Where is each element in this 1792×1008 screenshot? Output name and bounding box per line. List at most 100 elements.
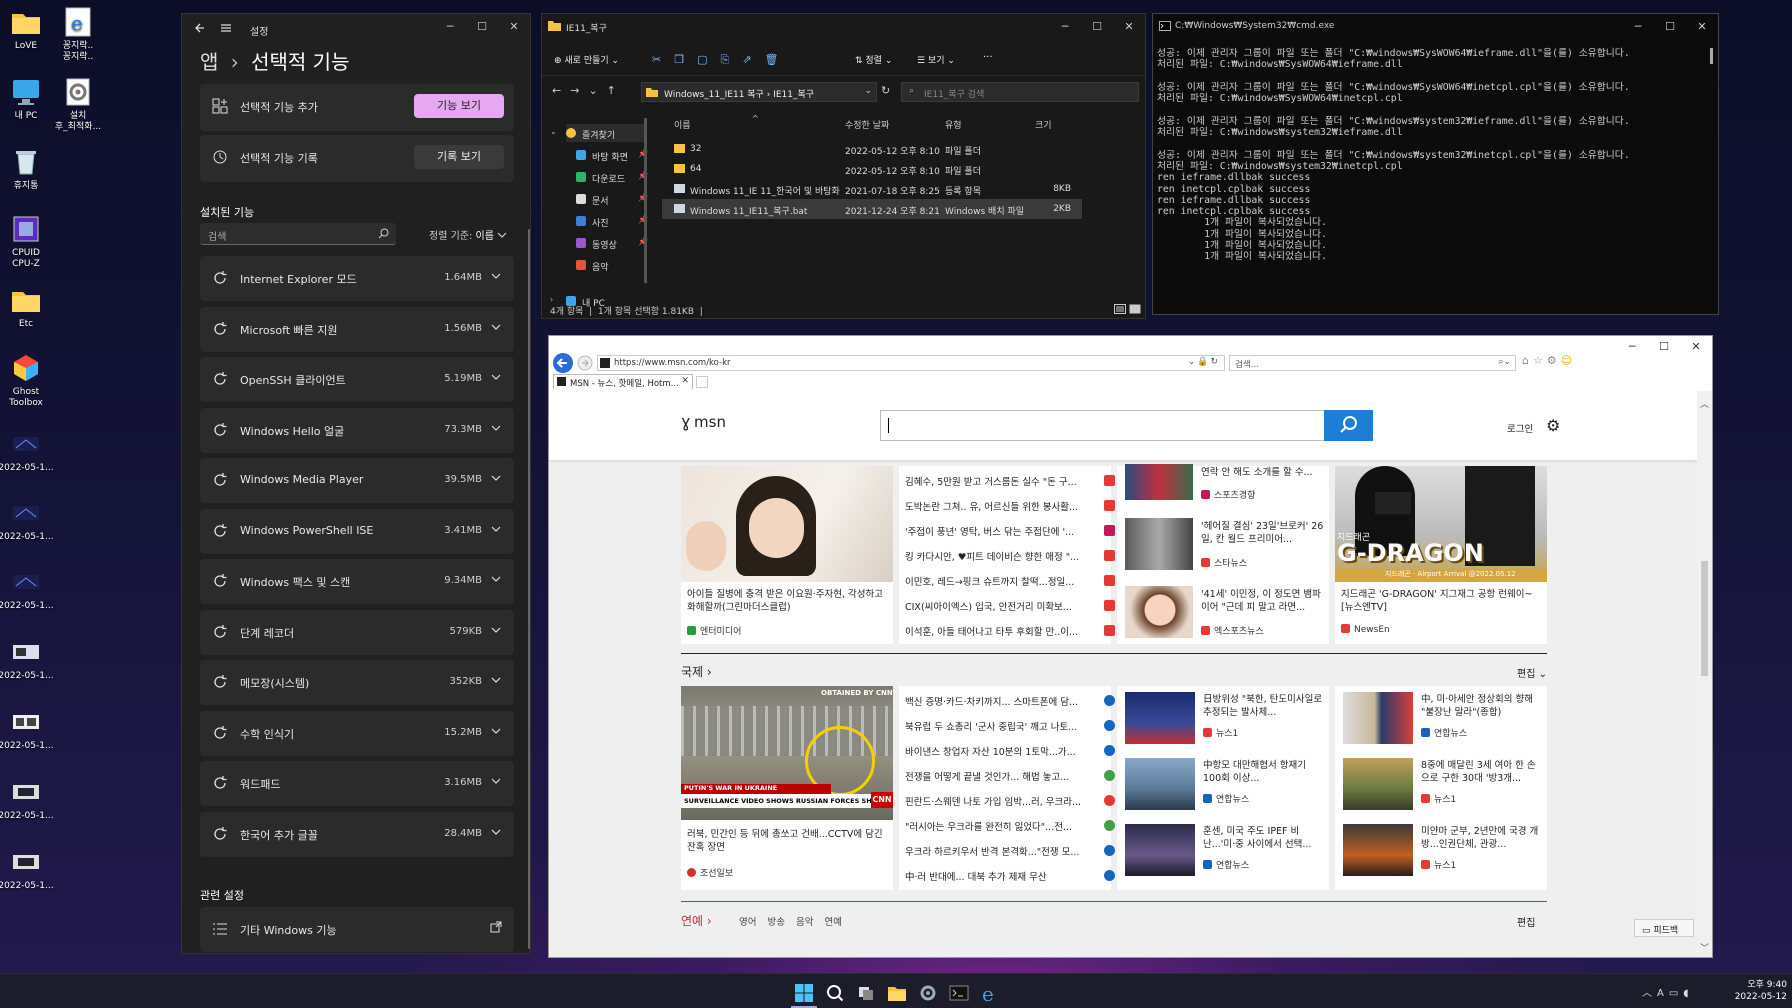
forward-arrow-icon[interactable]: → [570, 84, 588, 97]
login-link[interactable]: 로그인 [1507, 421, 1533, 435]
chevron-right-icon[interactable]: › [550, 295, 553, 304]
desktop-icon[interactable]: 2022-05-1... [0, 706, 62, 752]
minimize-icon[interactable]: ─ [1622, 14, 1654, 40]
browser-tab[interactable]: MSN - 뉴스, 핫메일, Hotm... ✕ [553, 374, 693, 389]
details-view-icon[interactable] [1114, 304, 1126, 314]
chevron-down-icon[interactable] [490, 674, 502, 686]
scroll-thumb[interactable] [1701, 561, 1708, 676]
feature-item[interactable]: Windows Hello 얼굴 73.3MB [200, 407, 514, 453]
sort-control[interactable]: 정렬 기준: 이름 [429, 227, 507, 242]
explorer-search-input[interactable]: ⌕ IE11_복구 검색 [901, 82, 1139, 102]
tiles-view-icon[interactable] [1129, 304, 1141, 314]
headline-item[interactable]: 바이낸스 창업자 자산 10분의 1토막...가... [905, 744, 1115, 761]
view-button[interactable]: ☰ 보기 ⌄ [917, 53, 955, 66]
desktop-icon[interactable]: CPUID CPU-Z [0, 213, 62, 270]
edit-button[interactable]: 편집 [1517, 914, 1535, 929]
clock[interactable]: 오후 9:40 2022-05-12 [1711, 979, 1787, 1003]
section-title[interactable]: 국제 › [681, 663, 712, 680]
search-icon[interactable]: ⌕⌄ [1498, 357, 1511, 367]
menu-icon[interactable] [220, 22, 232, 34]
view-features-button[interactable]: 기능 보기 [414, 94, 504, 118]
up-arrow-icon[interactable]: ↑ [607, 84, 625, 97]
chevron-down-icon[interactable] [490, 775, 502, 787]
start-windows-icon[interactable] [793, 982, 815, 1004]
chevron-down-icon[interactable] [490, 422, 502, 434]
desktop-icon[interactable]: 2022-05-1... [0, 566, 62, 612]
chevron-down-icon[interactable] [490, 573, 502, 585]
thumb-title[interactable]: 中, 미·아세안 정상회의 향해 "불장난 말라"(종합) [1421, 693, 1543, 719]
view-history-button[interactable]: 기록 보기 [414, 145, 504, 169]
headline-item[interactable]: 백신 증명·카드·차키까지... 스마트폰에 담... [905, 694, 1115, 711]
address-bar[interactable]: https://www.msn.com/ko-kr ⌄🔒↻ [597, 355, 1225, 371]
tab-english[interactable]: 영어 [739, 917, 756, 928]
headline-item[interactable]: 이민호, 레드→핑크 슈트까지 찰떡...정일... [905, 574, 1115, 591]
headline-item[interactable]: 우크라 하르키우서 반격 본격화..."전쟁 모... [905, 844, 1115, 861]
headline-item[interactable]: 핀란드·스웨덴 나토 가입 임박...러, 우크라... [905, 794, 1115, 811]
next-section[interactable]: 연예 › [681, 912, 712, 929]
scrollbar[interactable] [528, 229, 530, 949]
minimize-icon[interactable]: ─ [1616, 336, 1648, 360]
maximize-icon[interactable]: ☐ [1648, 336, 1680, 360]
file-row[interactable]: 32 2022-05-12 오후 8:10 파일 폴더 [662, 139, 1082, 159]
address-tools-icon[interactable]: ⌄🔒↻ [1188, 357, 1220, 367]
feature-item[interactable]: Microsoft 빠른 지원 1.56MB [200, 306, 514, 352]
close-icon[interactable]: ✕ [1686, 14, 1718, 40]
new-tab-button[interactable] [696, 376, 708, 388]
chevron-down-icon[interactable] [490, 523, 502, 535]
chevron-down-icon[interactable] [490, 321, 502, 333]
desktop-icon[interactable]: 2022-05-1... [0, 497, 62, 543]
nav-item[interactable]: 바탕 화면 📌 [576, 146, 648, 164]
world-feature-card[interactable]: OBTAINED BY CNN PUTIN'S WAR IN UKRAINE S… [681, 686, 893, 890]
feature-item[interactable]: Windows 팩스 및 스캔 9.34MB [200, 559, 514, 604]
feature-item[interactable]: 한국어 추가 글꼴 28.4MB [200, 811, 514, 857]
feature-card[interactable]: 아이들 질병에 충격 받은 이요원·주자현, 각성하고 화해할까(그린마더스클럽… [681, 466, 893, 644]
tab-music[interactable]: 음악 [796, 917, 813, 928]
ime-indicator[interactable]: A [1657, 988, 1669, 999]
close-icon[interactable]: ✕ [1113, 14, 1145, 40]
sort-button[interactable]: ⇅ 정렬 ⌄ [855, 53, 892, 66]
headline-item[interactable]: 中·러 반대에... 대북 추가 제재 무산 [905, 869, 1115, 886]
headline-item[interactable]: 도박논란 그쳐.. 유, 어르신들 위한 봉사활... [905, 499, 1115, 516]
edit-button[interactable]: 편집 ⌄ [1517, 665, 1547, 680]
breadcrumb-parent[interactable]: 앱 [200, 50, 218, 74]
close-icon[interactable]: ✕ [498, 14, 530, 40]
chevron-down-icon[interactable] [490, 472, 502, 484]
feature-item[interactable]: 메모장(시스템) 352KB [200, 660, 514, 705]
close-icon[interactable]: ✕ [1680, 336, 1712, 360]
feature-item[interactable]: Windows Media Player 39.5MB [200, 458, 514, 503]
thumb-title[interactable]: 8중에 매달린 3세 여아 한 손으로 구한 30대 '방3개... [1421, 759, 1543, 785]
share-icon[interactable]: ⇗ [742, 53, 764, 66]
search-icon[interactable] [378, 228, 389, 239]
feature-item[interactable]: 단계 레코더 579KB [200, 609, 514, 655]
nav-item[interactable]: 사진 📌 [576, 212, 648, 230]
refresh-icon[interactable]: ↻ [881, 84, 890, 97]
headline-item[interactable]: 북유럽 두 쇼총리 '군사 중립국' 깨고 나토... [905, 719, 1115, 736]
desktop-icon[interactable]: 2022-05-1... [0, 776, 62, 822]
tab-entertainment[interactable]: 연예 [825, 917, 842, 928]
file-row[interactable]: 64 2022-05-12 오후 8:10 파일 폴더 [662, 159, 1082, 179]
column-size[interactable]: 크기 [1035, 118, 1052, 131]
chevron-down-icon[interactable] [490, 725, 502, 737]
headline-item[interactable]: '주접이 풍년' 영탁, 버스 닦는 주접단에 '... [905, 524, 1115, 541]
paste-icon[interactable]: ▢ [697, 53, 720, 66]
copy-icon[interactable]: ❐ [674, 53, 697, 66]
file-row[interactable]: Windows 11_IE11_복구.bat 2021-12-24 오후 8:21… [662, 199, 1082, 219]
delete-icon[interactable]: 🗑 [765, 53, 792, 66]
feature-item[interactable]: Windows PowerShell ISE 3.41MB [200, 508, 514, 554]
column-date[interactable]: 수정한 날짜 [845, 118, 889, 131]
gdragon-card[interactable]: G-DRAGON 지드래곤 · Airport Arrival @2022.05… [1335, 466, 1547, 644]
chevron-down-icon[interactable] [490, 371, 502, 383]
nav-item[interactable]: 다운로드 📌 [576, 168, 648, 186]
network-icon[interactable]: ▭ [1669, 988, 1683, 999]
favorites-star-icon[interactable]: ☆ [1533, 354, 1547, 367]
chevron-up-icon[interactable]: ︿ [1642, 988, 1657, 999]
forward-button[interactable] [577, 355, 593, 371]
new-button[interactable]: ⊕ 새로 만들기 ⌄ [554, 53, 619, 66]
scroll-down-icon[interactable]: ﹀ [1700, 941, 1709, 954]
settings-gear-icon[interactable]: ⚙ [1546, 416, 1560, 435]
tools-gear-icon[interactable]: ⚙ [1547, 354, 1561, 367]
feedback-button[interactable]: ▭ 피드백 [1634, 919, 1694, 937]
feature-item[interactable]: 수학 인식기 15.2MB [200, 710, 514, 756]
nav-item[interactable]: 음악 [576, 256, 646, 274]
column-name[interactable]: 이름 [674, 118, 691, 131]
